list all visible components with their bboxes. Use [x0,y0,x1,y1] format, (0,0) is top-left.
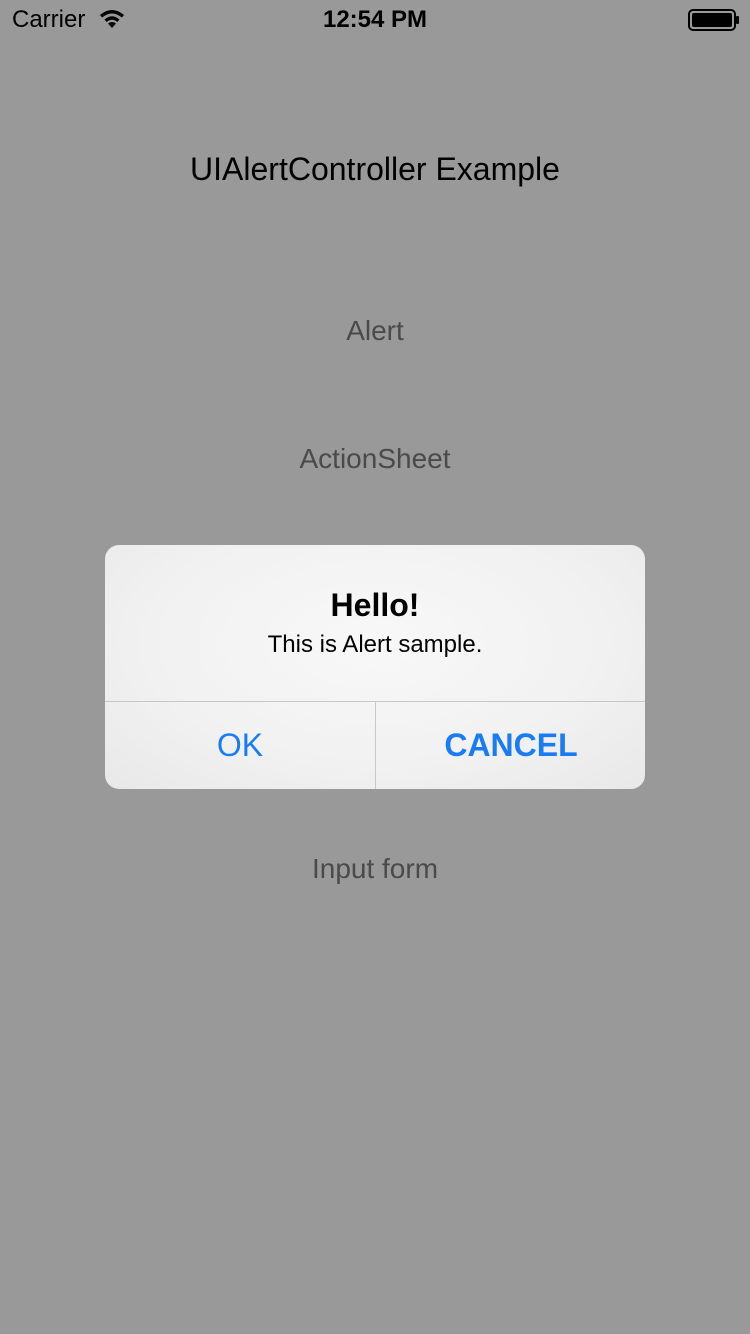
input-form-button[interactable]: Input form [0,851,750,887]
clock-label: 12:54 PM [322,6,428,33]
app-screen: Carrier 12:54 PM UIAlertController Examp… [0,0,750,1334]
cancel-button[interactable]: CANCEL [376,702,645,789]
alert-button[interactable]: Alert [0,313,750,349]
ok-button[interactable]: OK [105,702,375,789]
page-title: UIAlertController Example [190,151,560,187]
battery-icon [688,9,740,31]
status-bar: Carrier 12:54 PM [0,0,750,40]
alert-message: This is Alert sample. [267,631,483,658]
alert-dialog: Hello! This is Alert sample. OK CANCEL [105,545,645,789]
action-sheet-button[interactable]: ActionSheet [0,441,750,477]
alert-title: Hello! [330,587,420,623]
